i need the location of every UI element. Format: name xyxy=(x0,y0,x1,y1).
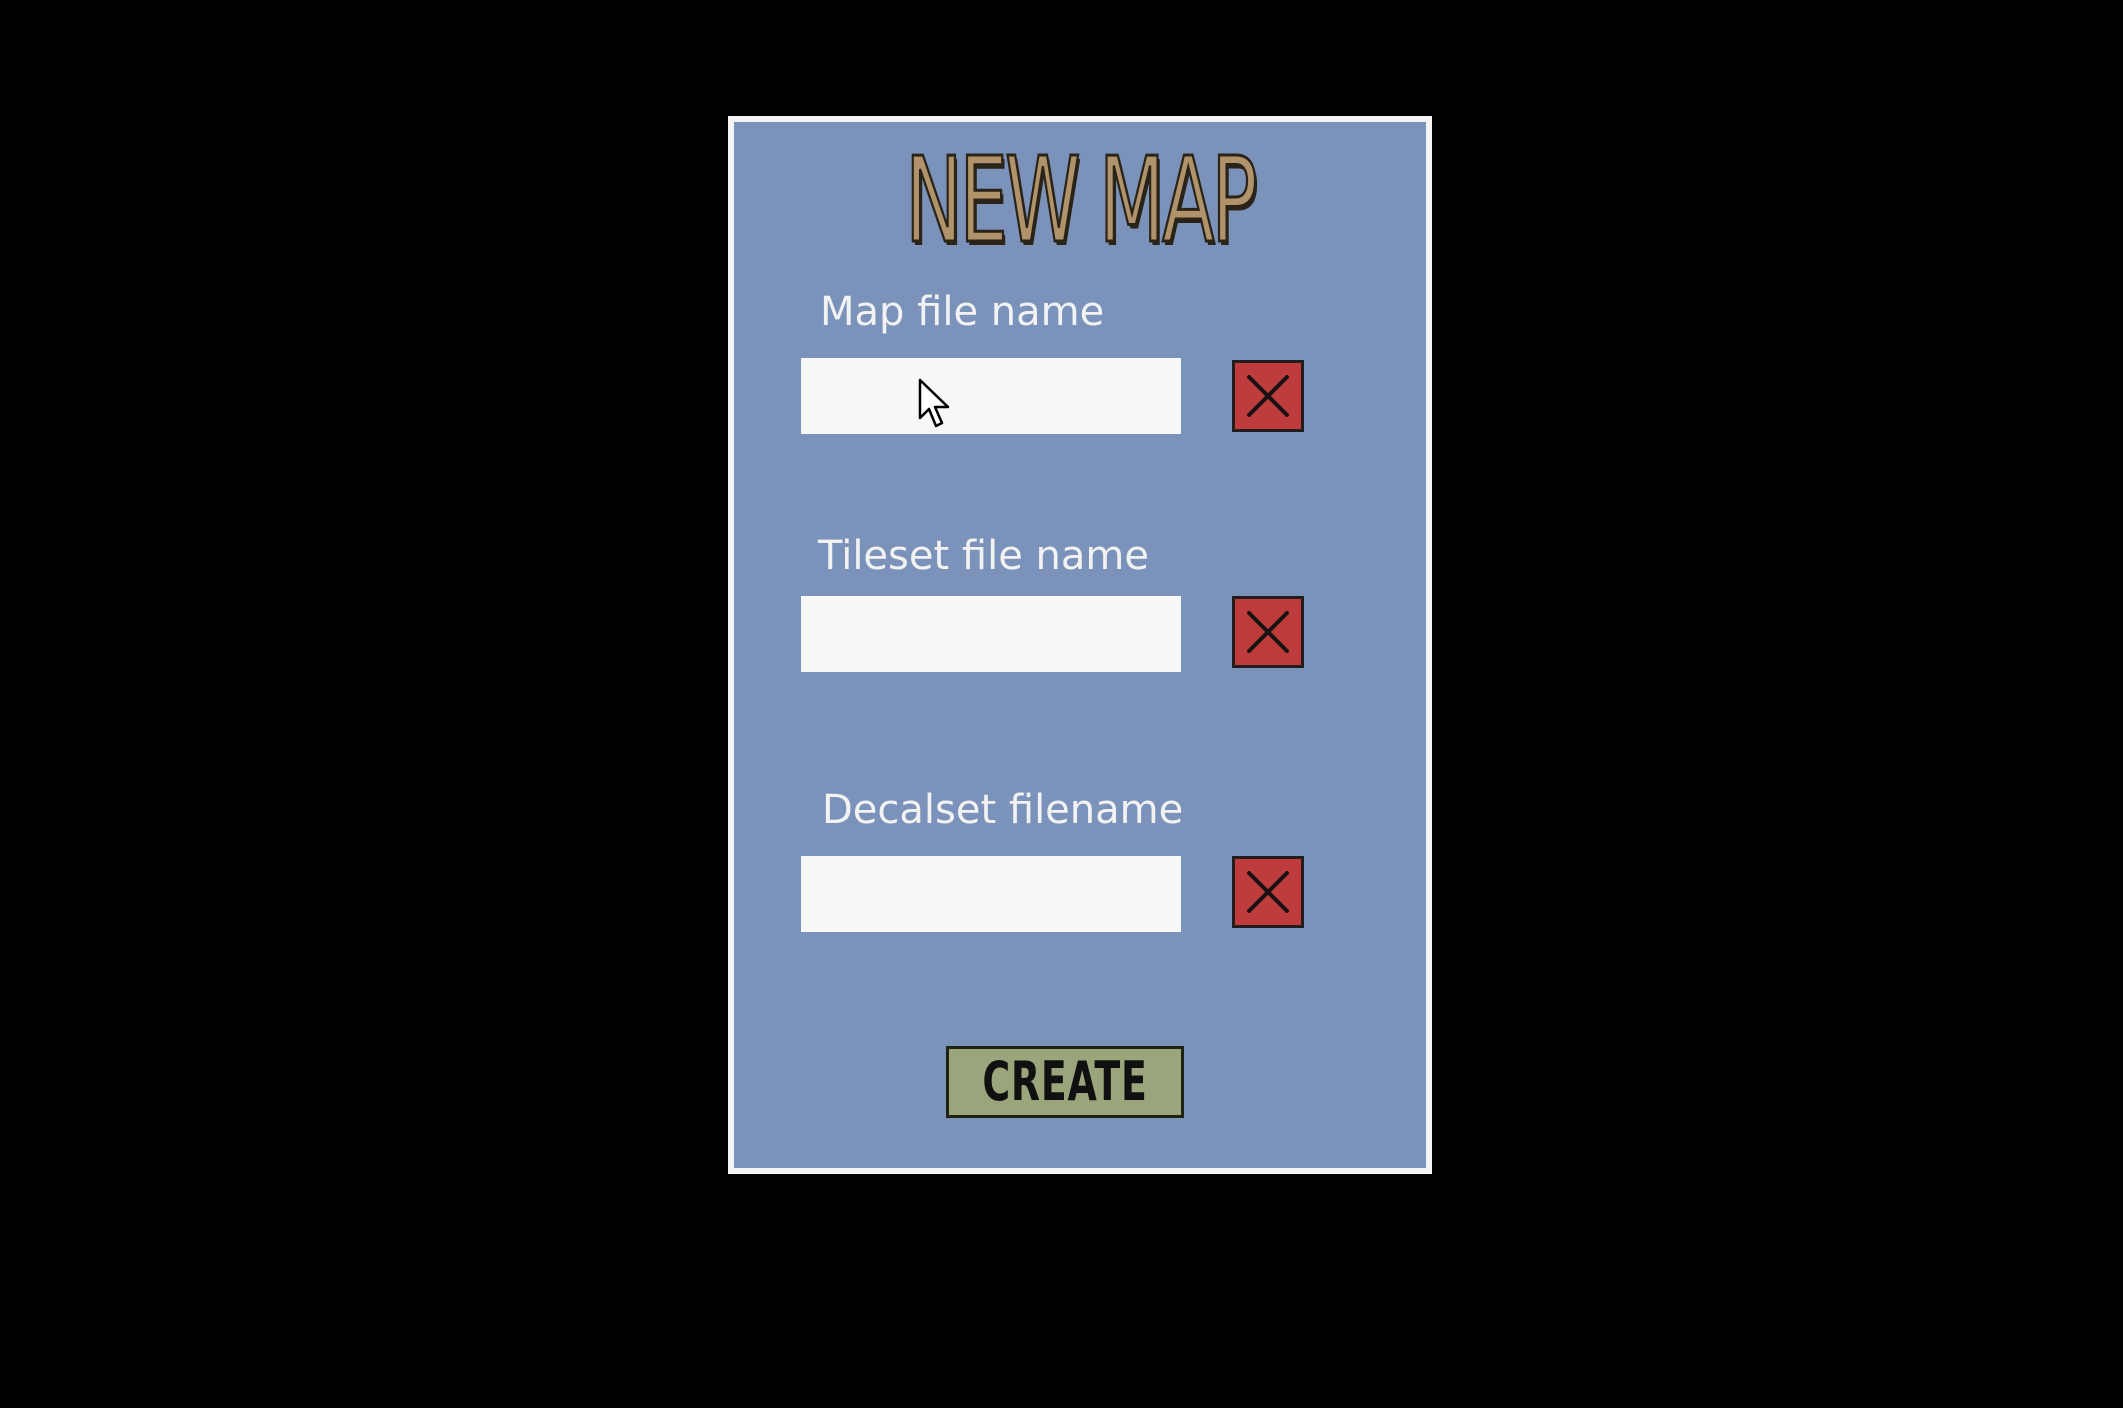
close-icon xyxy=(1247,375,1289,417)
tileset-file-name-input[interactable] xyxy=(801,596,1181,672)
tileset-file-name-label: Tileset file name xyxy=(818,533,1149,579)
dialog-title: NEW MAP xyxy=(904,130,1259,271)
close-icon xyxy=(1247,611,1289,653)
decalset-filename-label: Decalset filename xyxy=(822,787,1184,833)
close-icon xyxy=(1247,871,1289,913)
tileset-file-name-clear-button[interactable] xyxy=(1232,596,1304,668)
create-button[interactable]: CREATE xyxy=(946,1046,1184,1118)
decalset-filename-clear-button[interactable] xyxy=(1232,856,1304,928)
create-button-label: CREATE xyxy=(982,1050,1148,1113)
map-file-name-label: Map file name xyxy=(820,289,1105,335)
new-map-dialog: NEW MAP Map file name Tileset file name … xyxy=(728,116,1432,1174)
decalset-filename-input[interactable] xyxy=(801,856,1181,932)
mouse-pointer-icon xyxy=(918,378,950,428)
screen: NEW MAP Map file name Tileset file name … xyxy=(0,0,2123,1408)
map-file-name-clear-button[interactable] xyxy=(1232,360,1304,432)
map-file-name-input[interactable] xyxy=(801,358,1181,434)
